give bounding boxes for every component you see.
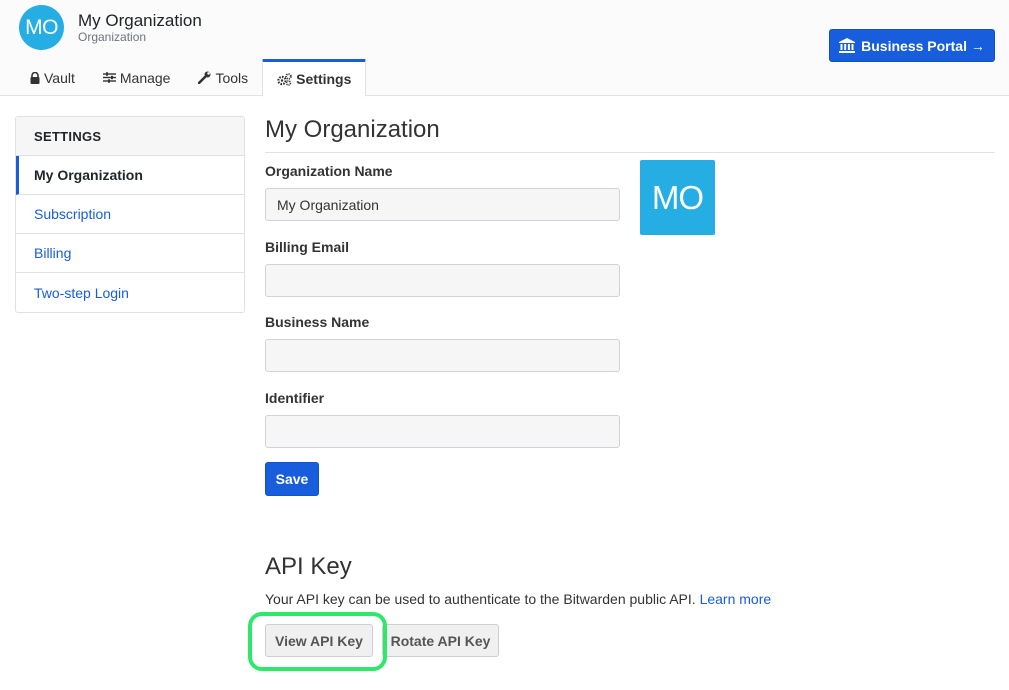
business-name-input[interactable] <box>265 339 620 372</box>
sidebar-item-billing[interactable]: Billing <box>16 234 244 273</box>
tab-manage[interactable]: Manage <box>89 59 185 96</box>
sidebar-item-two-step-login[interactable]: Two-step Login <box>16 273 244 312</box>
title-divider <box>265 152 995 153</box>
lock-icon <box>30 71 40 84</box>
sidebar-item-my-organization[interactable]: My Organization <box>16 156 244 195</box>
identifier-label: Identifier <box>265 390 325 406</box>
main-tabs: Vault Manage Tools Settings <box>16 59 367 97</box>
gears-icon <box>277 72 292 86</box>
tab-tools-label: Tools <box>215 69 249 86</box>
business-portal-label: Business Portal → <box>861 37 985 54</box>
api-key-description-text: Your API key can be used to authenticate… <box>265 591 696 607</box>
organization-name-input[interactable] <box>265 188 620 221</box>
org-name: My Organization <box>78 11 202 30</box>
api-key-heading: API Key <box>265 553 352 580</box>
business-portal-button[interactable]: Business Portal → <box>829 29 995 62</box>
bank-icon <box>839 38 856 53</box>
tab-vault-label: Vault <box>44 69 75 86</box>
billing-email-input[interactable] <box>265 264 620 297</box>
learn-more-link[interactable]: Learn more <box>700 591 772 607</box>
organization-name-label: Organization Name <box>265 163 393 179</box>
tab-settings[interactable]: Settings <box>262 59 367 97</box>
app-header: MO My Organization Organization Business… <box>0 0 1009 97</box>
tab-tools[interactable]: Tools <box>184 59 262 96</box>
organization-logo: MO <box>640 160 715 235</box>
business-name-label: Business Name <box>265 314 370 330</box>
org-type-label: Organization <box>78 30 147 44</box>
tab-settings-label: Settings <box>296 71 352 87</box>
wrench-icon <box>198 71 211 84</box>
save-button[interactable]: Save <box>265 462 319 496</box>
billing-email-label: Billing Email <box>265 239 350 255</box>
api-key-description: Your API key can be used to authenticate… <box>265 591 771 607</box>
rotate-api-key-button[interactable]: Rotate API Key <box>382 624 499 657</box>
tab-manage-label: Manage <box>119 69 171 86</box>
sliders-icon <box>102 72 116 83</box>
sidebar-item-subscription[interactable]: Subscription <box>16 195 244 234</box>
page-title: My Organization <box>265 116 440 143</box>
sidebar-heading: SETTINGS <box>16 117 244 156</box>
settings-sidebar: SETTINGS My Organization Subscription Bi… <box>15 116 245 313</box>
tab-vault[interactable]: Vault <box>16 59 89 96</box>
identifier-input[interactable] <box>265 415 620 448</box>
view-api-key-button[interactable]: View API Key <box>265 624 373 657</box>
org-avatar: MO <box>19 5 64 50</box>
